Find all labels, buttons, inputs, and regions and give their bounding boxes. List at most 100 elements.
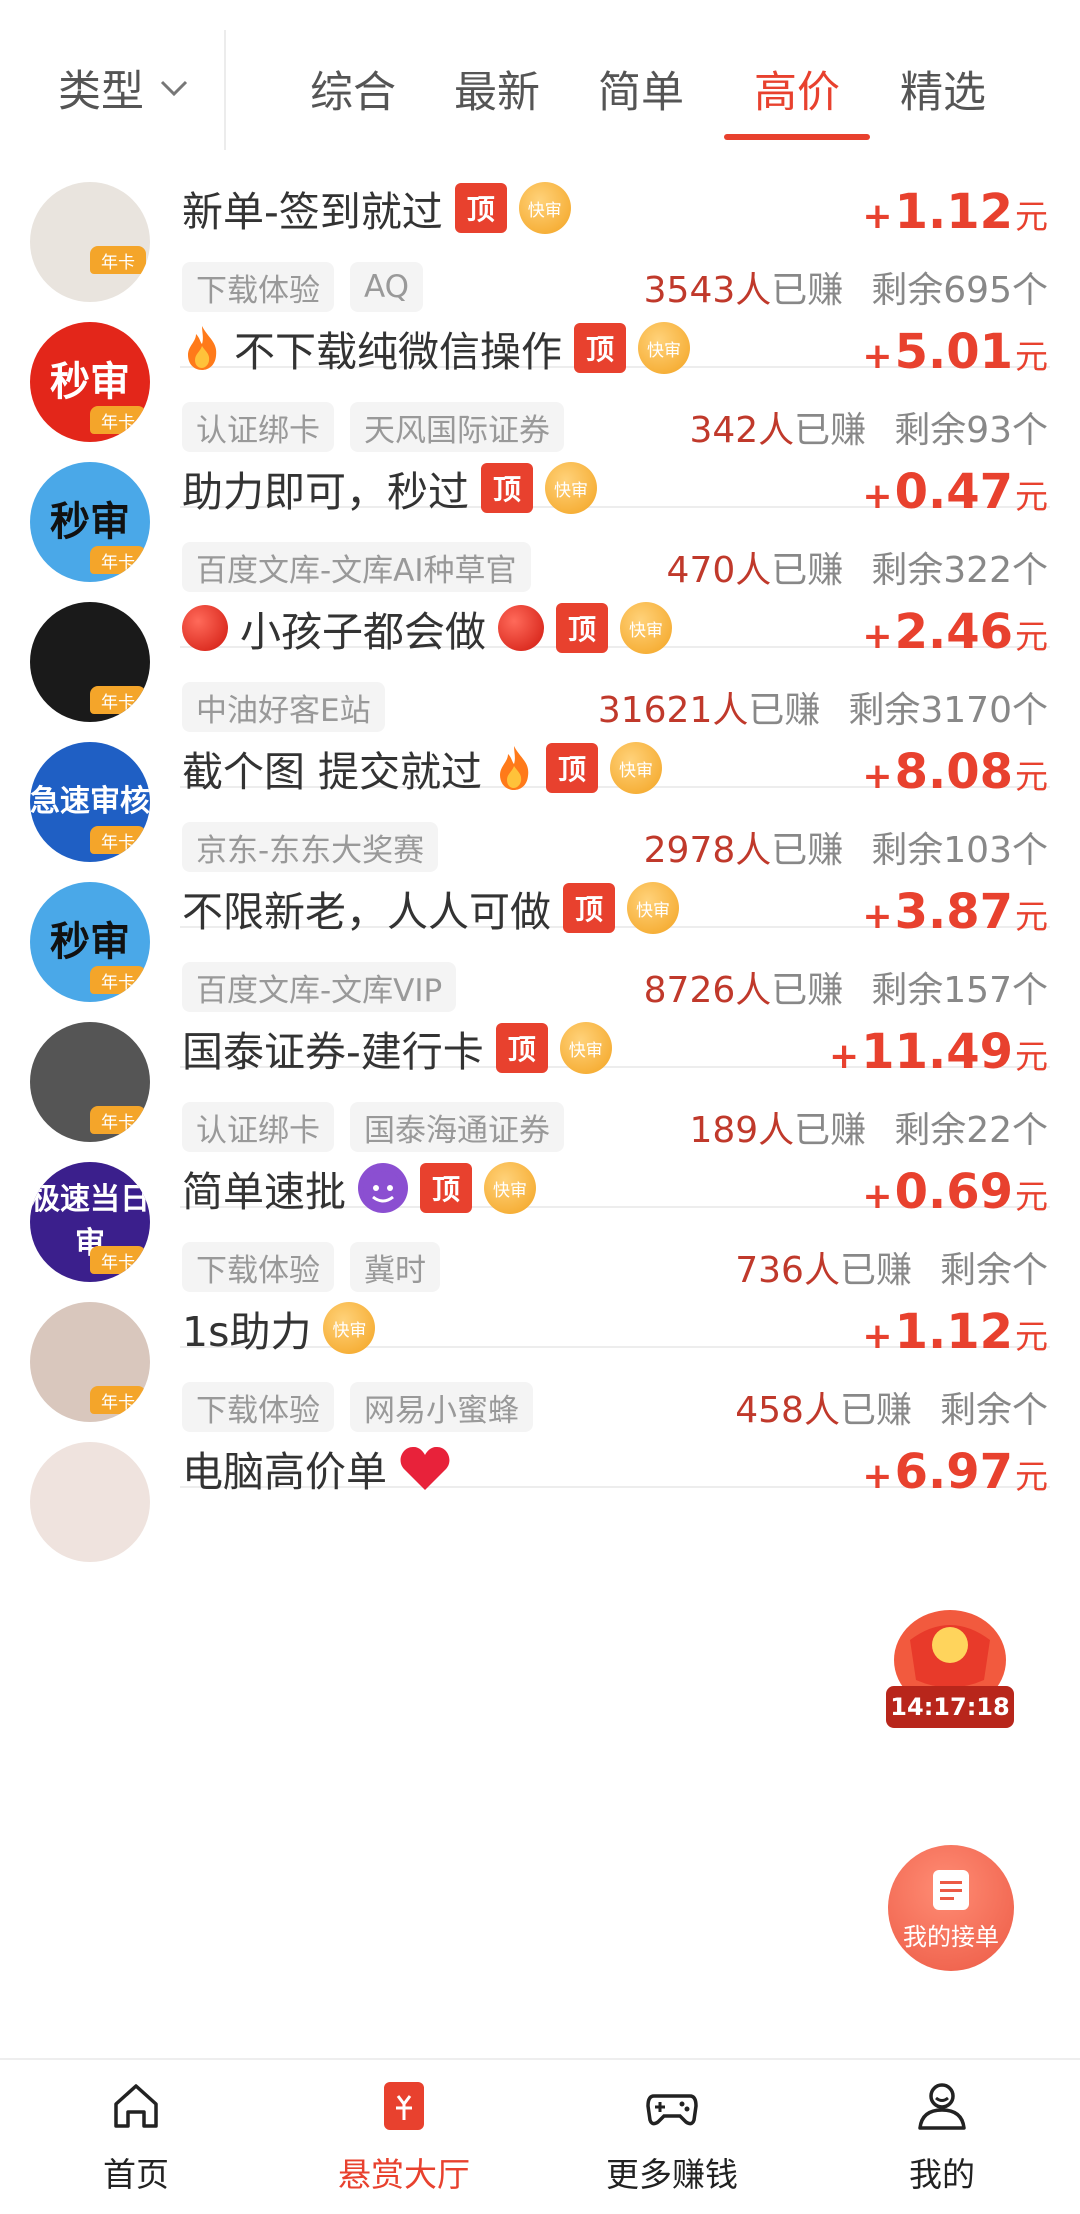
- earned-suffix: 已赚: [794, 410, 867, 451]
- task-title: 助力即可，秒过: [182, 468, 469, 516]
- tab-simple[interactable]: 简单: [598, 58, 684, 120]
- task-tag: 京东-东东大奖赛: [182, 822, 439, 872]
- tab-high-price[interactable]: 高价: [754, 58, 840, 120]
- avatar: 年卡: [30, 182, 150, 302]
- nav-bounty-hall-label: 悬赏大厅: [338, 2155, 470, 2194]
- fast-review-badge: 快审: [627, 882, 679, 934]
- bottom-navigation: 首页 悬赏大厅 更多赚钱 我的: [0, 2058, 1080, 2214]
- task-tag: 国泰海通证券: [350, 1102, 564, 1152]
- nav-profile-label: 我的: [909, 2155, 975, 2194]
- price-plus: +: [829, 1036, 860, 1077]
- fire-icon: [500, 746, 529, 790]
- reward-price: +11.49 元: [829, 1024, 1048, 1084]
- price-unit: 元: [1015, 897, 1048, 936]
- price-value: 2.46: [894, 604, 1013, 660]
- price-value: 1.12: [894, 184, 1013, 240]
- task-title: 1s助力: [182, 1308, 312, 1356]
- fire-icon: [188, 326, 217, 370]
- fast-review-badge: 快审: [518, 182, 571, 234]
- task-tags: 认证绑卡 天风国际证券: [182, 402, 564, 452]
- home-icon: [114, 2084, 158, 2128]
- bounty-hall-icon: [384, 2082, 424, 2130]
- type-filter-dropdown[interactable]: 类型: [58, 58, 190, 118]
- reward-price: +8.08 元: [862, 744, 1048, 804]
- top-tag: 顶: [454, 183, 507, 233]
- task-stats: 31621人已赚 剩余3170个: [598, 682, 1048, 732]
- earned-count: 8726人已赚: [644, 961, 844, 1013]
- price-plus: +: [862, 476, 893, 517]
- avatar: 年卡: [30, 1442, 150, 1562]
- task-title-line: 助力即可，秒过顶快审: [182, 460, 597, 516]
- earned-suffix: 已赚: [771, 970, 844, 1011]
- category-tabs: 综合 最新 简单 高价 精选: [300, 58, 1020, 168]
- reward-price: +5.01 元: [862, 324, 1048, 384]
- task-tags: 下载体验 网易小蜜蜂: [182, 1382, 533, 1432]
- nav-profile[interactable]: 我的: [842, 2078, 1042, 2208]
- task-title: 电脑高价单: [182, 1448, 387, 1496]
- earned-count: 2978人已赚: [644, 821, 844, 873]
- red-dot-icon: [182, 605, 228, 651]
- earned-suffix: 已赚: [771, 550, 844, 591]
- task-stats: 3543人已赚 剩余695个: [644, 262, 1048, 312]
- earned-suffix: 已赚: [748, 690, 821, 731]
- fast-review-badge: 快审: [545, 462, 597, 514]
- task-tag: 中油好客E站: [182, 682, 385, 732]
- remaining-count: 剩余3170个: [848, 690, 1048, 731]
- nav-bounty-hall[interactable]: 悬赏大厅: [304, 2078, 504, 2208]
- my-orders-button[interactable]: 我的接单: [888, 1845, 1014, 1971]
- remaining-count: 剩余个: [939, 1390, 1048, 1431]
- reward-price: +0.47 元: [862, 464, 1048, 524]
- fast-review-badge: 快审: [323, 1302, 376, 1354]
- task-tags: 认证绑卡 国泰海通证券: [182, 1102, 564, 1152]
- avatar: 秒审 年卡: [30, 322, 150, 442]
- fast-review-badge: 快审: [559, 1022, 612, 1074]
- top-divider: [224, 30, 226, 150]
- earned-number: 8726人: [643, 970, 772, 1011]
- earned-count: 470人已赚: [667, 541, 844, 593]
- price-value: 0.47: [894, 464, 1013, 520]
- avatar: 极速当日审 年卡: [30, 1162, 150, 1282]
- task-row[interactable]: 年卡电脑高价单 +6.97元: [0, 1430, 1080, 1628]
- nav-home[interactable]: 首页: [36, 2078, 236, 2208]
- earned-suffix: 已赚: [839, 1250, 912, 1291]
- annual-card-badge: 年卡: [90, 1106, 146, 1134]
- my-orders-label: 我的接单: [903, 1922, 999, 1951]
- task-title-line: 小孩子都会做 顶快审: [182, 600, 672, 656]
- task-stats: 342人已赚 剩余93个: [689, 402, 1048, 452]
- tab-comprehensive[interactable]: 综合: [310, 58, 396, 120]
- earned-number: 458人: [735, 1390, 840, 1431]
- nav-more-earning[interactable]: 更多赚钱: [572, 2078, 772, 2208]
- avatar: 秒审 年卡: [30, 462, 150, 582]
- task-stats: 2978人已赚 剩余103个: [644, 822, 1048, 872]
- nav-more-earning-label: 更多赚钱: [606, 2155, 738, 2194]
- price-unit: 元: [1015, 1457, 1048, 1496]
- annual-card-badge: 年卡: [90, 686, 146, 714]
- devil-icon: [358, 1163, 408, 1213]
- reward-price: +1.12 元: [862, 1304, 1048, 1364]
- top-tag: 顶: [481, 463, 533, 513]
- tab-newest[interactable]: 最新: [454, 58, 540, 120]
- price-plus: +: [862, 616, 893, 657]
- price-unit: 元: [1015, 617, 1048, 656]
- price-plus: +: [862, 1176, 893, 1217]
- price-unit: 元: [1015, 1177, 1048, 1216]
- task-tags: 下载体验 AQ: [182, 262, 424, 312]
- type-filter-label: 类型: [58, 67, 144, 117]
- avatar: 年卡: [30, 1022, 150, 1142]
- price-value: 1.12: [894, 1304, 1013, 1360]
- price-plus: +: [862, 336, 893, 377]
- annual-card-badge: 年卡: [90, 406, 146, 434]
- annual-card-badge: 年卡: [90, 966, 146, 994]
- earned-count: 736人已赚: [735, 1241, 912, 1293]
- task-tag: 认证绑卡: [182, 1102, 334, 1152]
- price-plus: +: [862, 1456, 893, 1497]
- annual-card-badge: 年卡: [90, 1246, 146, 1274]
- tab-featured[interactable]: 精选: [900, 58, 986, 120]
- profile-icon: [918, 2083, 966, 2130]
- top-tag: 顶: [563, 883, 615, 933]
- avatar: 年卡: [30, 1302, 150, 1422]
- nav-home-label: 首页: [103, 2155, 169, 2194]
- task-tag: 网易小蜜蜂: [350, 1382, 533, 1432]
- earned-number: 736人: [735, 1250, 840, 1291]
- earned-suffix: 已赚: [839, 1390, 912, 1431]
